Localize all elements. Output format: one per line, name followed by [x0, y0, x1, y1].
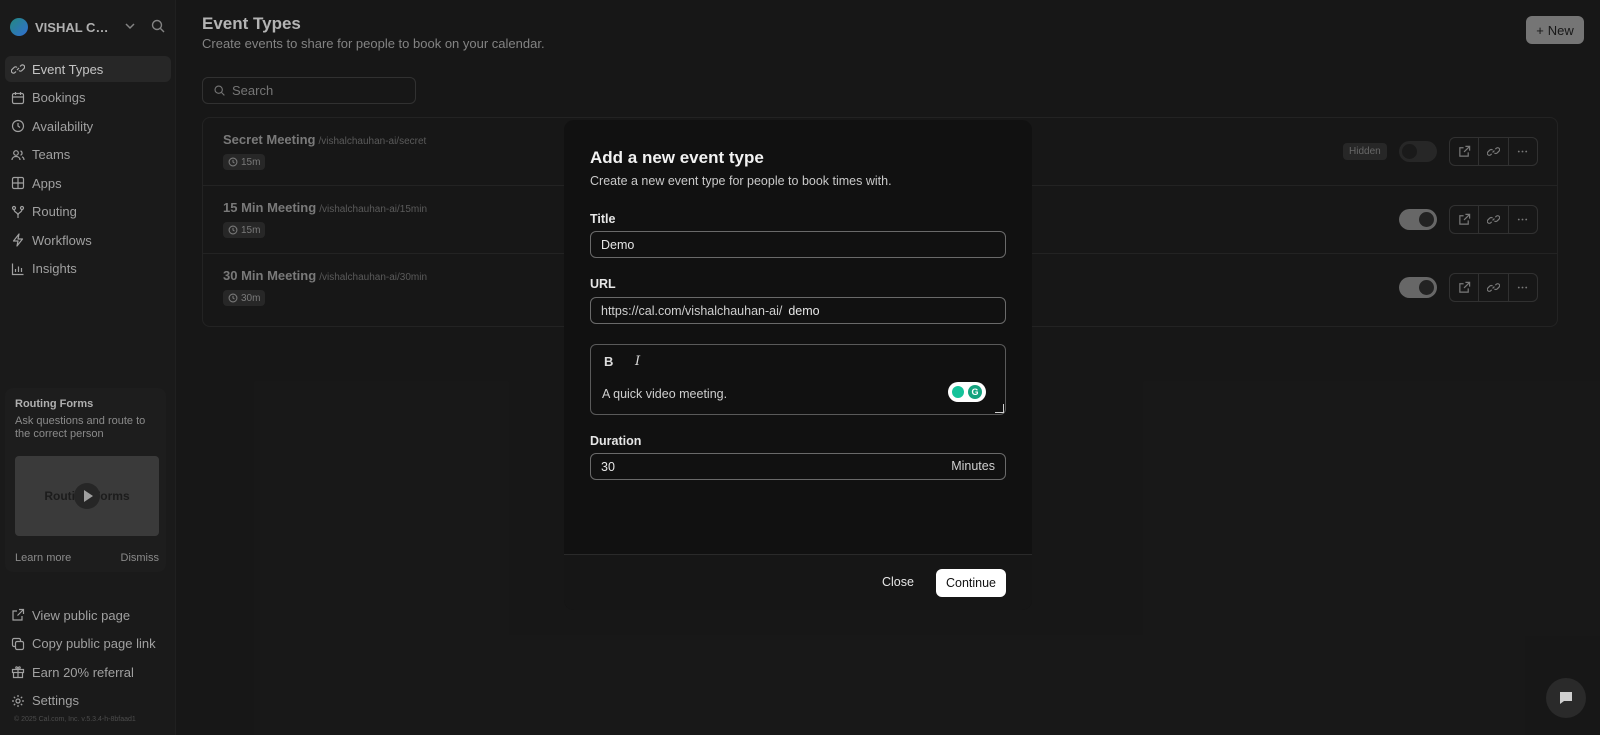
- url-input[interactable]: https://cal.com/vishalchauhan-ai/ demo: [590, 297, 1006, 324]
- new-event-type-dialog: Add a new event type Create a new event …: [564, 120, 1032, 610]
- description-text[interactable]: A quick video meeting.: [602, 387, 727, 401]
- dialog-subtitle: Create a new event type for people to bo…: [590, 174, 892, 188]
- title-input[interactable]: Demo: [590, 231, 1006, 258]
- chat-icon: [1560, 692, 1572, 704]
- dialog-title: Add a new event type: [590, 148, 764, 167]
- resize-handle-icon[interactable]: [995, 404, 1004, 413]
- chat-support-button[interactable]: [1546, 678, 1586, 718]
- dialog-footer: Close Continue: [564, 554, 1032, 610]
- close-button[interactable]: Close: [882, 575, 914, 589]
- grammarly-icon: G: [968, 385, 982, 399]
- bold-button[interactable]: B: [604, 354, 613, 369]
- italic-button[interactable]: I: [635, 354, 640, 369]
- url-prefix: https://cal.com/vishalchauhan-ai/: [601, 303, 783, 318]
- duration-label: Duration: [590, 434, 642, 448]
- lightbulb-icon: [952, 386, 964, 398]
- continue-button[interactable]: Continue: [936, 569, 1006, 597]
- app: VISHAL CH... Event Types Bookings Availa…: [0, 0, 1600, 735]
- duration-unit: Minutes: [951, 459, 995, 473]
- url-slug-value: demo: [788, 303, 820, 318]
- grammarly-widget[interactable]: G: [948, 382, 986, 402]
- duration-input[interactable]: 30 Minutes: [590, 453, 1006, 480]
- duration-value: 30: [601, 459, 615, 474]
- title-input-value: Demo: [601, 237, 635, 252]
- title-label: Title: [590, 212, 616, 226]
- description-editor[interactable]: B I A quick video meeting. G: [590, 344, 1006, 415]
- url-label: URL: [590, 277, 616, 291]
